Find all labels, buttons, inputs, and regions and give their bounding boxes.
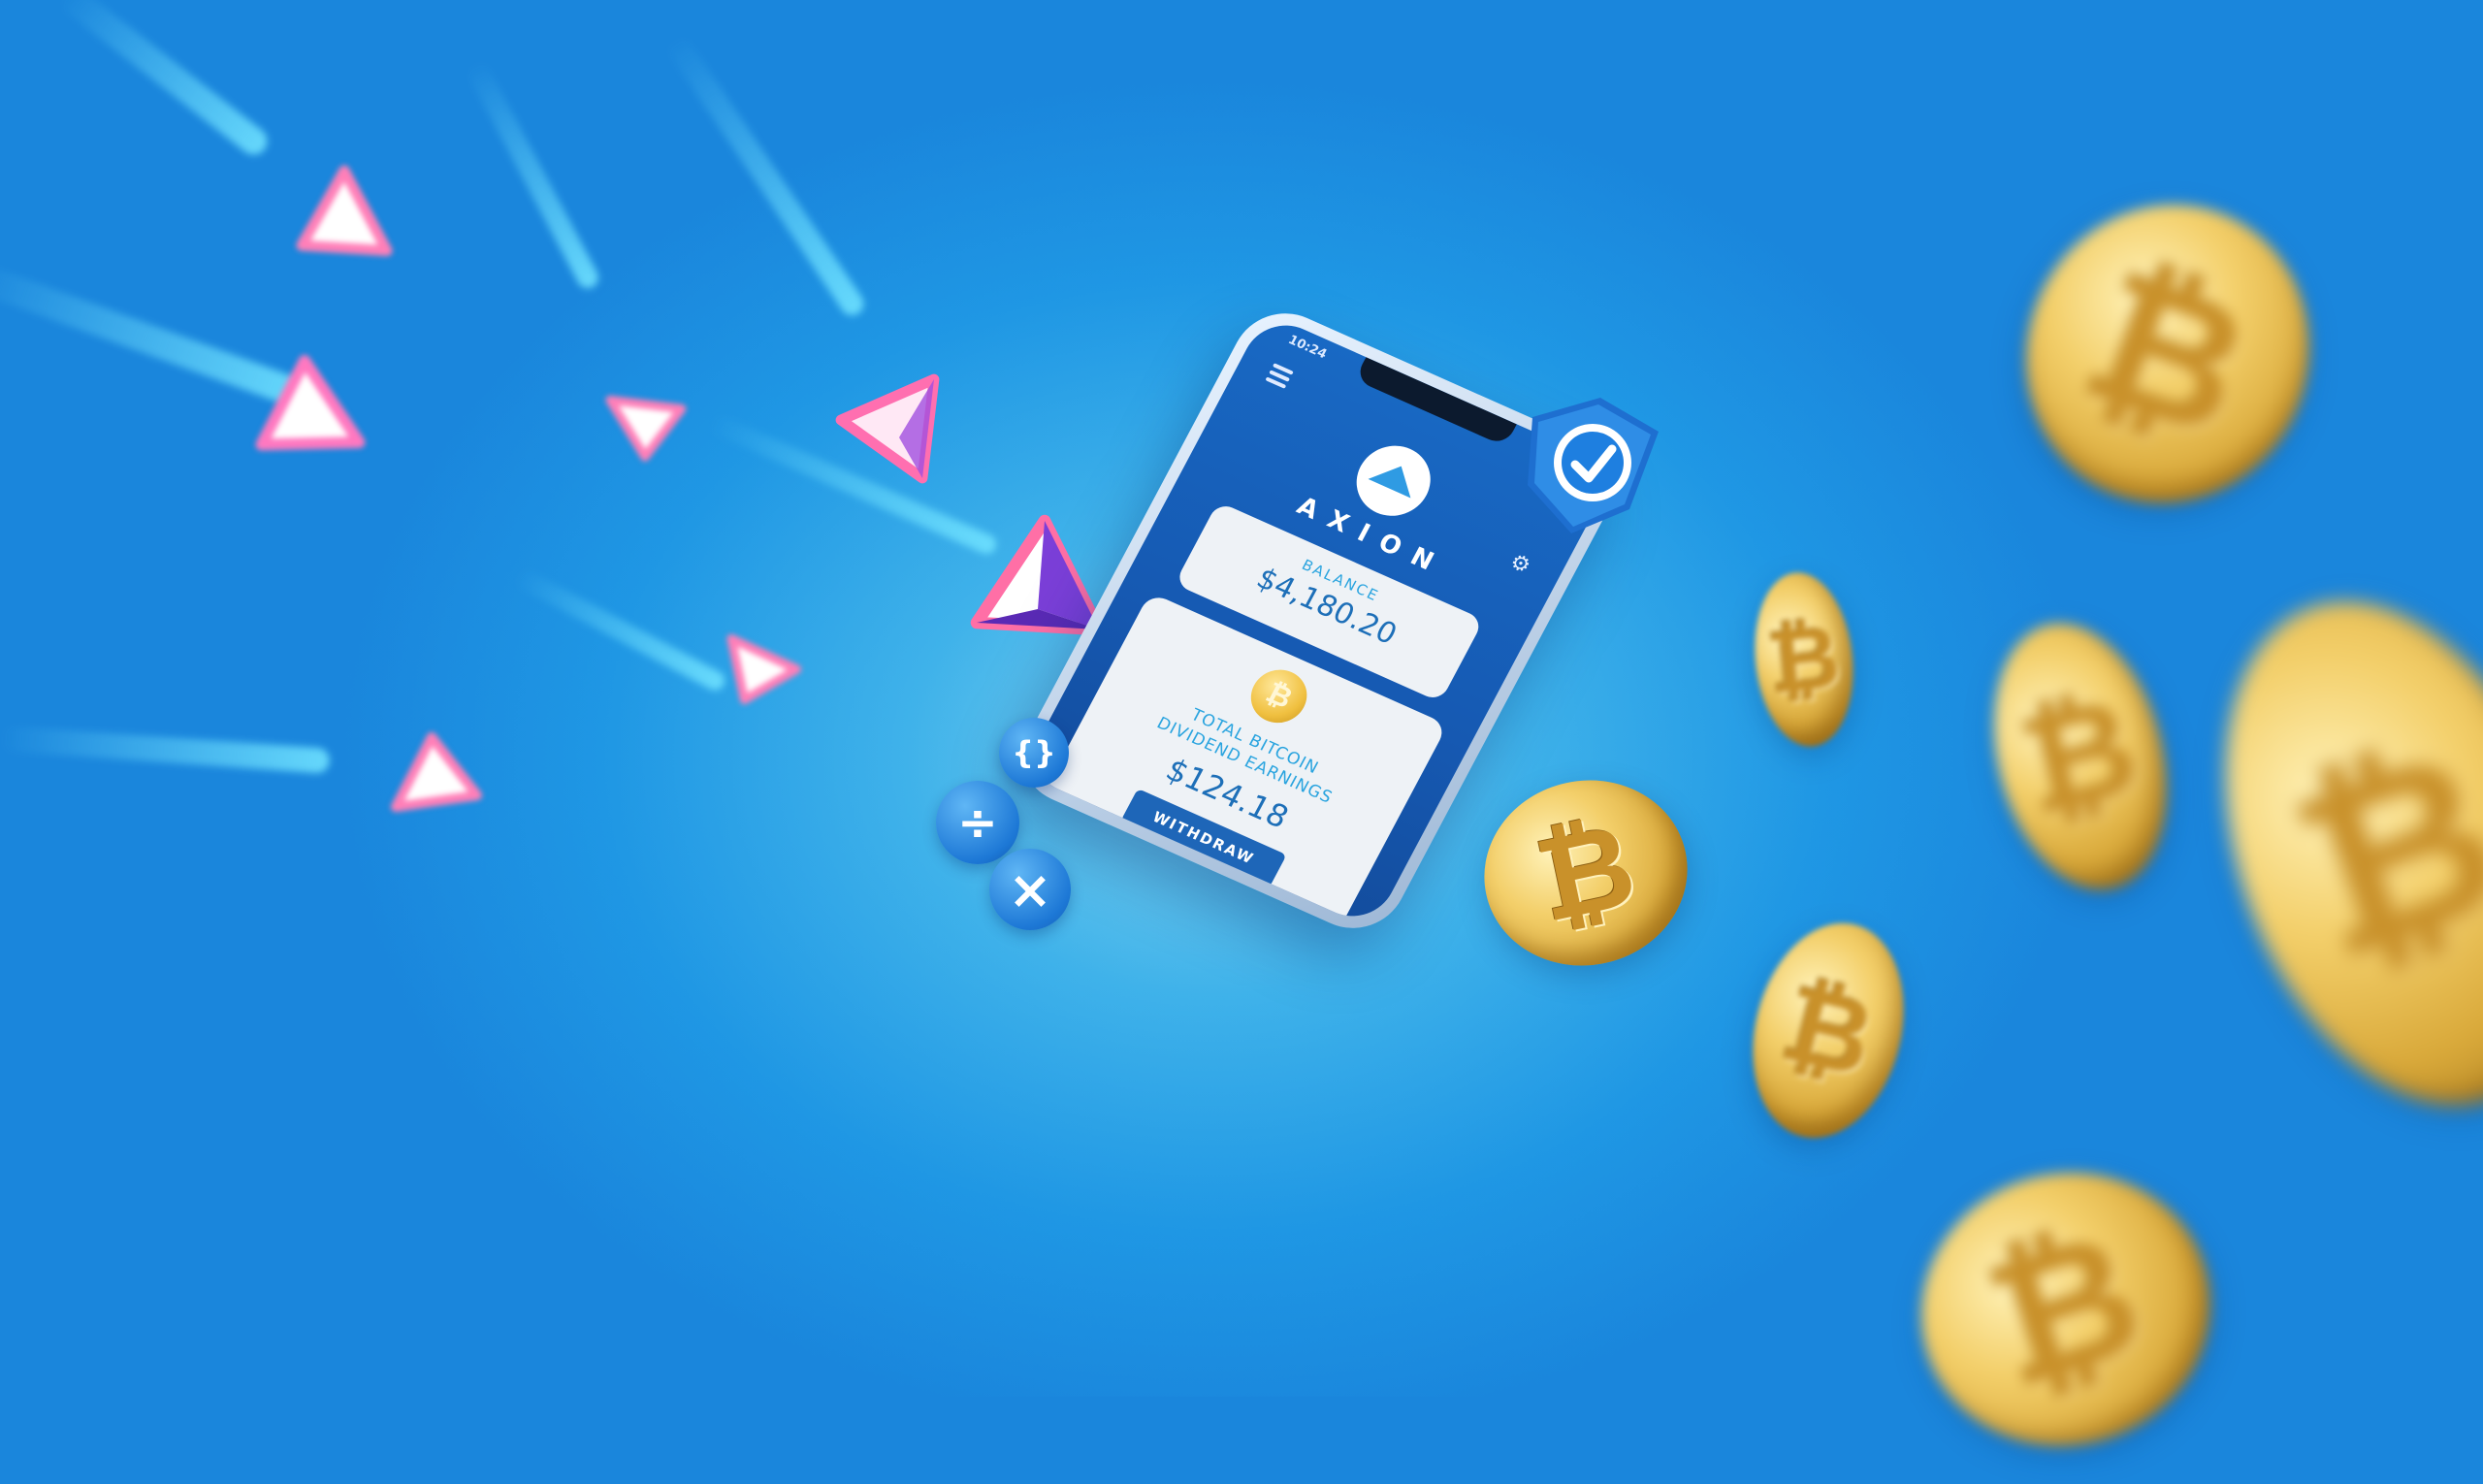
shield-check-icon [1528,398,1659,533]
bitcoin-coin: ₿ [1746,567,1862,752]
coin-symbol: ₿ [2265,693,2483,1015]
coin-symbol: ₿ [2060,227,2275,481]
bitcoin-coin: ₿ [1467,761,1705,984]
light-trail [465,59,602,292]
scene: 10:24 ▴ ◆ ▮ ⚙ AXION BALANCE $4,180.20 ₿ … [0,0,2483,1484]
triangle-icon [835,373,940,484]
triangle-icon [726,634,801,704]
light-trail [513,566,728,694]
bitcoin-icon: ₿ [1241,661,1317,732]
bitcoin-coin: ₿ [2160,552,2483,1155]
menu-icon[interactable] [1263,363,1294,392]
bitcoin-coin: ₿ [1983,164,2352,544]
gear-icon[interactable]: ⚙ [1505,550,1534,579]
triangle-icon [605,396,687,462]
coin-symbol: ₿ [1525,796,1647,950]
coin-symbol: ₿ [1763,604,1845,715]
bitcoin-coin: ₿ [1967,604,2194,909]
light-trail [0,726,331,774]
logo-mark-icon [1368,456,1423,499]
bitcoin-coin: ₿ [1731,907,1925,1154]
times-icon: × [989,849,1071,930]
coin-symbol: ₿ [2007,666,2154,847]
braces-icon: {} [999,718,1069,788]
triangle-icon [391,732,482,812]
light-trail [56,0,274,161]
axion-logo [1343,434,1443,528]
triangle-icon [255,355,366,451]
light-trail [663,33,869,320]
divide-icon: ÷ [936,781,1019,864]
triangle-icon [296,165,393,256]
coin-symbol: ₿ [1966,1190,2166,1429]
coin-symbol: ₿ [1771,959,1886,1102]
status-time: 10:24 [1285,333,1330,363]
bitcoin-coin: ₿ [1886,1135,2246,1484]
